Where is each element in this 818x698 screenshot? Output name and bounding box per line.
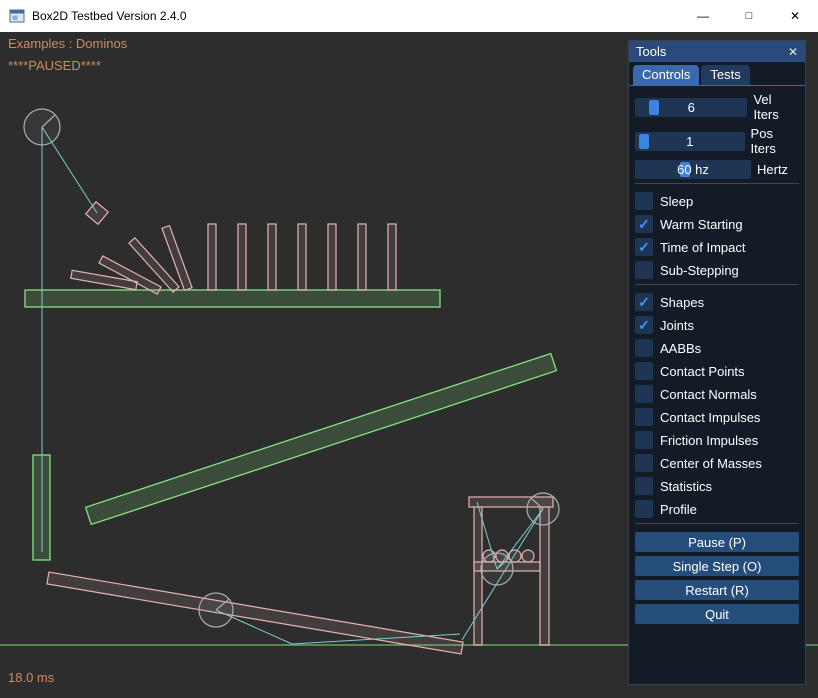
app-window: Box2D Testbed Version 2.4.0 — □ ✕: [0, 0, 818, 698]
check-icon: ✓: [638, 240, 650, 254]
panel-close-icon[interactable]: ✕: [788, 45, 798, 59]
vel-iters-slider[interactable]: 6: [635, 98, 747, 117]
hertz-slider[interactable]: 60 hz: [635, 160, 751, 179]
vel-iters-row: 6 Vel Iters: [635, 92, 799, 122]
checkbox-statistics[interactable]: ✓ Statistics: [635, 477, 799, 495]
pos-iters-slider[interactable]: 1: [635, 132, 745, 151]
separator: [635, 183, 799, 184]
domino-platform: [25, 290, 440, 307]
checkbox-box[interactable]: ✓: [635, 316, 653, 334]
checkbox-center-of-masses[interactable]: ✓ Center of Masses: [635, 454, 799, 472]
checkbox-box[interactable]: ✓: [635, 385, 653, 403]
frame-right-post: [540, 507, 549, 645]
pos-iters-row: 1 Pos Iters: [635, 126, 799, 156]
checkbox-box[interactable]: ✓: [635, 362, 653, 380]
checkbox-joints[interactable]: ✓ Joints: [635, 316, 799, 334]
checkbox-contact-impulses[interactable]: ✓ Contact Impulses: [635, 408, 799, 426]
checkbox-box[interactable]: ✓: [635, 500, 653, 518]
tools-panel: Tools ✕ Controls Tests 6 Vel Iters: [628, 40, 806, 685]
checkbox-profile[interactable]: ✓ Profile: [635, 500, 799, 518]
checkbox-box[interactable]: ✓: [635, 431, 653, 449]
app-icon: [9, 8, 25, 24]
checkbox-sleep[interactable]: ✓ Sleep: [635, 192, 799, 210]
minimize-icon: —: [697, 10, 709, 22]
check-icon: ✓: [638, 217, 650, 231]
check-icon: ✓: [638, 318, 650, 332]
checkbox-box[interactable]: ✓: [635, 477, 653, 495]
checkbox-friction-impulses[interactable]: ✓ Friction Impulses: [635, 431, 799, 449]
checkbox-box[interactable]: ✓: [635, 261, 653, 279]
checkbox-box[interactable]: ✓: [635, 454, 653, 472]
single-step-button[interactable]: Single Step (O): [635, 556, 799, 576]
panel-content: 6 Vel Iters 1 Pos Iters 60 hz: [629, 86, 805, 624]
pause-button[interactable]: Pause (P): [635, 532, 799, 552]
example-label: Examples : Dominos: [8, 36, 127, 51]
checkbox-sub-stepping[interactable]: ✓ Sub-Stepping: [635, 261, 799, 279]
bottom-plank: [47, 572, 463, 654]
checkbox-contact-points[interactable]: ✓ Contact Points: [635, 362, 799, 380]
checkbox-box[interactable]: ✓: [635, 339, 653, 357]
checkbox-contact-normals[interactable]: ✓ Contact Normals: [635, 385, 799, 403]
check-icon: ✓: [638, 295, 650, 309]
checkbox-warm-starting[interactable]: ✓ Warm Starting: [635, 215, 799, 233]
close-icon: ✕: [790, 10, 800, 22]
window-title: Box2D Testbed Version 2.4.0: [32, 9, 187, 23]
checkbox-box[interactable]: ✓: [635, 293, 653, 311]
close-button[interactable]: ✕: [772, 0, 818, 32]
checkbox-box[interactable]: ✓: [635, 215, 653, 233]
separator: [635, 523, 799, 524]
tab-controls[interactable]: Controls: [633, 65, 699, 85]
checkbox-box[interactable]: ✓: [635, 192, 653, 210]
separator: [635, 284, 799, 285]
maximize-button[interactable]: □: [726, 0, 772, 32]
dynamic-bodies-group: [47, 202, 553, 654]
frame-left-post: [474, 507, 482, 645]
titlebar[interactable]: Box2D Testbed Version 2.4.0 — □ ✕: [0, 0, 818, 32]
minimize-button[interactable]: —: [680, 0, 726, 32]
client-area: Examples : Dominos ****PAUSED**** 18.0 m…: [0, 32, 818, 698]
checkbox-time-of-impact[interactable]: ✓ Time of Impact: [635, 238, 799, 256]
checkbox-box[interactable]: ✓: [635, 408, 653, 426]
tools-panel-titlebar[interactable]: Tools ✕: [629, 41, 805, 62]
tools-panel-title: Tools: [636, 44, 666, 59]
restart-button[interactable]: Restart (R): [635, 580, 799, 600]
frame-time-label: 18.0 ms: [8, 670, 54, 685]
tab-bar: Controls Tests: [629, 62, 805, 86]
tab-tests[interactable]: Tests: [701, 65, 749, 85]
checkbox-aabbs[interactable]: ✓ AABBs: [635, 339, 799, 357]
hertz-row: 60 hz Hertz: [635, 160, 799, 179]
checkbox-shapes[interactable]: ✓ Shapes: [635, 293, 799, 311]
maximize-icon: □: [746, 11, 753, 22]
paused-label: ****PAUSED****: [8, 58, 101, 73]
quit-button[interactable]: Quit: [635, 604, 799, 624]
checkbox-box[interactable]: ✓: [635, 238, 653, 256]
